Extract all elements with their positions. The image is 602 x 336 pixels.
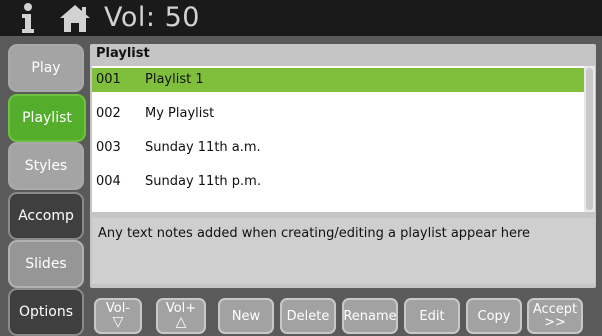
item-number: 003 xyxy=(96,140,121,155)
tab-label: Accomp xyxy=(18,208,74,224)
volume-display: Vol: 50 xyxy=(104,2,200,33)
item-name: Sunday 11th p.m. xyxy=(145,174,261,189)
copy-button[interactable]: Copy xyxy=(466,298,522,334)
tab-label: Styles xyxy=(24,158,68,174)
tab-label: Options xyxy=(18,304,74,320)
list-item[interactable]: 002 My Playlist xyxy=(92,102,584,126)
tab-label: Play xyxy=(31,60,61,76)
home-icon[interactable] xyxy=(58,3,92,33)
item-name: Playlist 1 xyxy=(145,72,204,87)
playlist-notes: Any text notes added when creating/editi… xyxy=(92,218,595,284)
accept-button[interactable]: Accept >> xyxy=(527,298,583,334)
item-name: Sunday 11th a.m. xyxy=(145,140,261,155)
item-name: My Playlist xyxy=(145,106,215,121)
tab-accomp[interactable]: Accomp xyxy=(8,192,84,240)
playlist-header: Playlist xyxy=(96,46,150,61)
button-label: Copy xyxy=(477,308,511,324)
list-item[interactable]: 003 Sunday 11th a.m. xyxy=(92,136,584,160)
playlist-list[interactable]: 001 Playlist 1 002 My Playlist 003 Sunda… xyxy=(92,66,595,212)
tab-options[interactable]: Options xyxy=(8,288,84,336)
chevrons-right-icon: >> xyxy=(544,315,566,330)
delete-button[interactable]: Delete xyxy=(280,298,336,334)
item-number: 004 xyxy=(96,174,121,189)
list-item[interactable]: 004 Sunday 11th p.m. xyxy=(92,170,584,194)
tab-label: Slides xyxy=(25,256,67,272)
vol-up-button[interactable]: Vol+ △ xyxy=(156,298,206,334)
triangle-up-icon: △ xyxy=(175,314,187,330)
tab-slides[interactable]: Slides xyxy=(8,240,84,288)
button-label: Rename xyxy=(343,308,397,324)
top-bar: Vol: 50 xyxy=(0,0,602,36)
tab-styles[interactable]: Styles xyxy=(8,142,84,190)
tab-play[interactable]: Play xyxy=(8,44,84,92)
notes-text: Any text notes added when creating/editi… xyxy=(98,226,531,241)
item-number: 002 xyxy=(96,106,121,121)
info-icon[interactable] xyxy=(14,2,42,34)
list-scrollbar[interactable] xyxy=(584,66,595,212)
button-label: Delete xyxy=(286,308,330,324)
triangle-down-icon: ▽ xyxy=(112,314,124,330)
vol-down-button[interactable]: Vol- ▽ xyxy=(94,298,142,334)
new-button[interactable]: New xyxy=(218,298,274,334)
rename-button[interactable]: Rename xyxy=(342,298,398,334)
button-label: New xyxy=(231,308,261,324)
edit-button[interactable]: Edit xyxy=(404,298,460,334)
tab-playlist[interactable]: Playlist xyxy=(8,94,86,142)
item-number: 001 xyxy=(96,72,121,87)
tab-label: Playlist xyxy=(22,110,72,126)
button-label: Edit xyxy=(419,308,445,324)
scrollbar-thumb[interactable] xyxy=(586,68,593,210)
list-item[interactable]: 001 Playlist 1 xyxy=(92,68,584,92)
